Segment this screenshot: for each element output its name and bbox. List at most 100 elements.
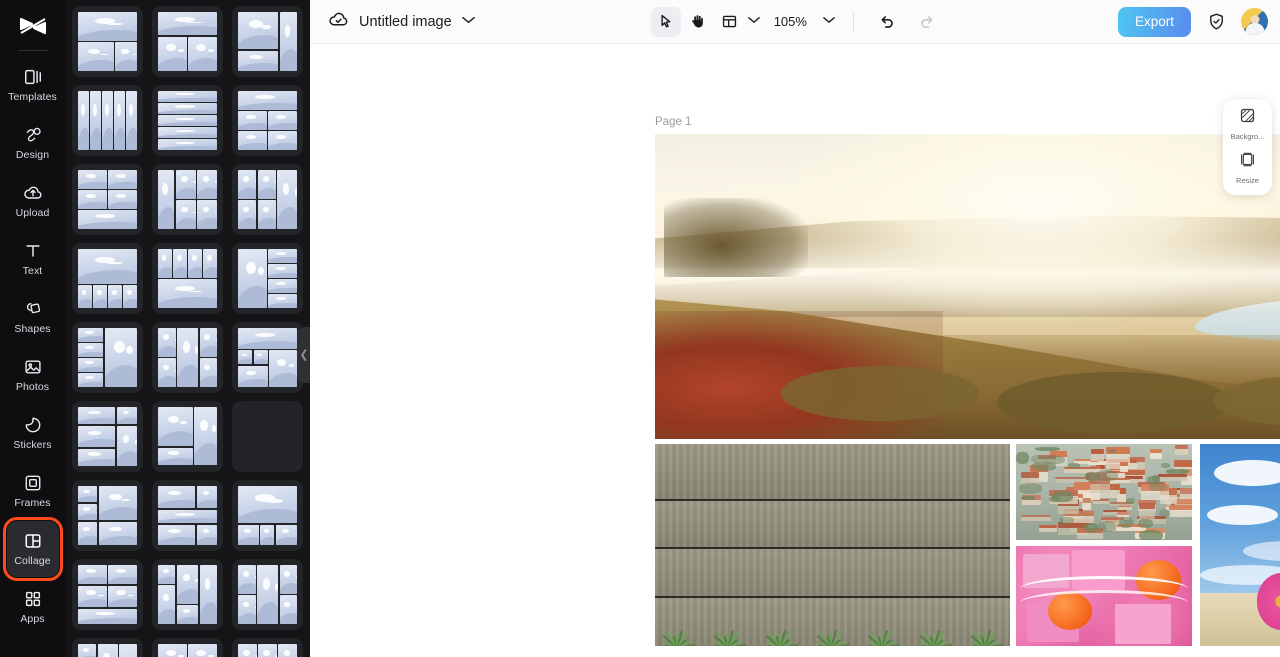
sidebar-item-frames[interactable]: Frames <box>7 463 59 519</box>
sidebar-item-stickers[interactable]: Stickers <box>7 405 59 461</box>
collage-template-thumb[interactable] <box>152 401 223 472</box>
sidebar-item-label: Upload <box>16 207 50 219</box>
collage-cell <box>177 605 199 624</box>
collage-cell <box>78 328 103 342</box>
sidebar-item-label: Collage <box>14 555 50 567</box>
collage-template-thumb[interactable] <box>72 6 143 77</box>
avatar[interactable] <box>1241 8 1268 35</box>
collage-template-thumb[interactable] <box>72 243 143 314</box>
sidebar-item-photos[interactable]: Photos <box>7 347 59 403</box>
background-tool-button[interactable]: Backgro... <box>1223 107 1272 141</box>
collage-cell <box>90 91 101 150</box>
collage-template-thumb[interactable] <box>232 480 303 551</box>
sidebar-item-collage[interactable]: Collage <box>7 521 59 577</box>
collage-template-thumb[interactable] <box>152 322 223 393</box>
collage-cell <box>197 200 217 229</box>
collage-cell <box>158 644 187 657</box>
collage-cell <box>158 358 176 387</box>
zoom-level-value[interactable]: 105% <box>774 14 807 29</box>
pine-branch <box>659 622 693 646</box>
collage-template-thumb[interactable] <box>72 164 143 235</box>
wood-plank <box>655 501 1010 549</box>
collage-template-thumb[interactable] <box>232 401 303 472</box>
wood-plank <box>655 444 1010 501</box>
artboard[interactable] <box>655 134 1280 651</box>
collage-cell <box>78 373 103 387</box>
collage-template-thumb[interactable] <box>72 638 143 657</box>
collage-template-thumb[interactable] <box>152 559 223 630</box>
collage-cell <box>197 170 217 199</box>
sidebar-item-apps[interactable]: Apps <box>7 579 59 635</box>
collage-cell <box>115 42 137 71</box>
collage-cell <box>158 279 217 308</box>
collage-template-thumb[interactable] <box>152 6 223 77</box>
undo-button[interactable] <box>872 7 902 37</box>
collage-template-thumb[interactable] <box>72 85 143 156</box>
collage-cell <box>158 115 217 126</box>
collage-template-grid[interactable] <box>65 0 310 657</box>
collage-template-thumb[interactable] <box>232 559 303 630</box>
page-layout-chevron-icon[interactable] <box>748 16 760 27</box>
sidebar-item-shapes[interactable]: Shapes <box>7 289 59 345</box>
collage-cell <box>269 350 297 387</box>
photo-beach-toys[interactable] <box>1200 444 1280 646</box>
sidebar-item-upload[interactable]: Upload <box>7 173 59 229</box>
select-tool-button[interactable] <box>651 7 681 37</box>
photo-landscape-sunrise[interactable] <box>655 134 1280 439</box>
panel-collapse-handle[interactable]: ❮ <box>297 327 310 383</box>
redo-button[interactable] <box>912 7 942 37</box>
collage-cell <box>158 565 175 584</box>
collage-template-thumb[interactable] <box>72 559 143 630</box>
collage-cell <box>268 264 297 278</box>
collage-cell <box>268 294 297 308</box>
collage-cell <box>158 103 217 114</box>
chevron-left-icon: ❮ <box>299 350 308 361</box>
floating-tool-panel: Backgro... Resize <box>1223 99 1272 195</box>
rail-item-list: Templates Design Upload Text Shapes Photos Sti… <box>7 57 59 637</box>
document-title[interactable]: Untitled image <box>359 14 452 30</box>
collage-template-thumb[interactable] <box>232 322 303 393</box>
photo-pink-gifts[interactable] <box>1016 546 1192 646</box>
collage-cell <box>238 595 256 624</box>
photo-city-aerial[interactable] <box>1016 444 1192 540</box>
collage-template-thumb[interactable] <box>232 243 303 314</box>
collage-template-thumb[interactable] <box>152 243 223 314</box>
collage-template-thumb[interactable] <box>72 401 143 472</box>
zoom-chevron-icon[interactable] <box>823 16 835 27</box>
sidebar-item-design[interactable]: Design <box>7 115 59 171</box>
collage-cell <box>280 565 298 594</box>
photo-wooden-planks[interactable] <box>655 444 1010 646</box>
collage-cell <box>238 170 256 199</box>
shield-check-icon[interactable] <box>1201 7 1231 37</box>
collage-template-thumb[interactable] <box>232 638 303 657</box>
chevron-down-icon[interactable] <box>462 16 475 27</box>
top-toolbar: Untitled image 105% Export <box>310 0 1280 44</box>
export-button[interactable]: Export <box>1118 7 1191 37</box>
sidebar-item-text[interactable]: Text <box>7 231 59 287</box>
collage-template-thumb[interactable] <box>72 480 143 551</box>
collage-cell <box>280 12 297 71</box>
collage-cell <box>176 200 196 229</box>
page-layout-tool-button[interactable] <box>715 7 745 37</box>
collage-template-thumb[interactable] <box>152 85 223 156</box>
sidebar-item-templates[interactable]: Templates <box>7 57 59 113</box>
collage-template-thumb[interactable] <box>72 322 143 393</box>
collage-cell <box>238 565 256 594</box>
text-icon <box>23 241 43 261</box>
collage-template-thumb[interactable] <box>152 164 223 235</box>
resize-tool-button[interactable]: Resize <box>1223 151 1272 185</box>
rail-divider <box>18 50 48 51</box>
collage-template-thumb[interactable] <box>232 6 303 77</box>
app-logo-icon[interactable] <box>18 10 48 42</box>
canvas-area[interactable]: Page 1 Backgro... Resize <box>310 44 1280 657</box>
hero-bush <box>781 366 979 421</box>
collage-cell <box>197 486 217 508</box>
collage-template-thumb[interactable] <box>152 638 223 657</box>
hand-tool-button[interactable] <box>683 7 713 37</box>
collage-template-thumb[interactable] <box>232 164 303 235</box>
pine-branch <box>762 622 796 646</box>
collage-cell <box>158 448 193 465</box>
collage-cell <box>238 486 297 523</box>
collage-template-thumb[interactable] <box>152 480 223 551</box>
collage-template-thumb[interactable] <box>232 85 303 156</box>
